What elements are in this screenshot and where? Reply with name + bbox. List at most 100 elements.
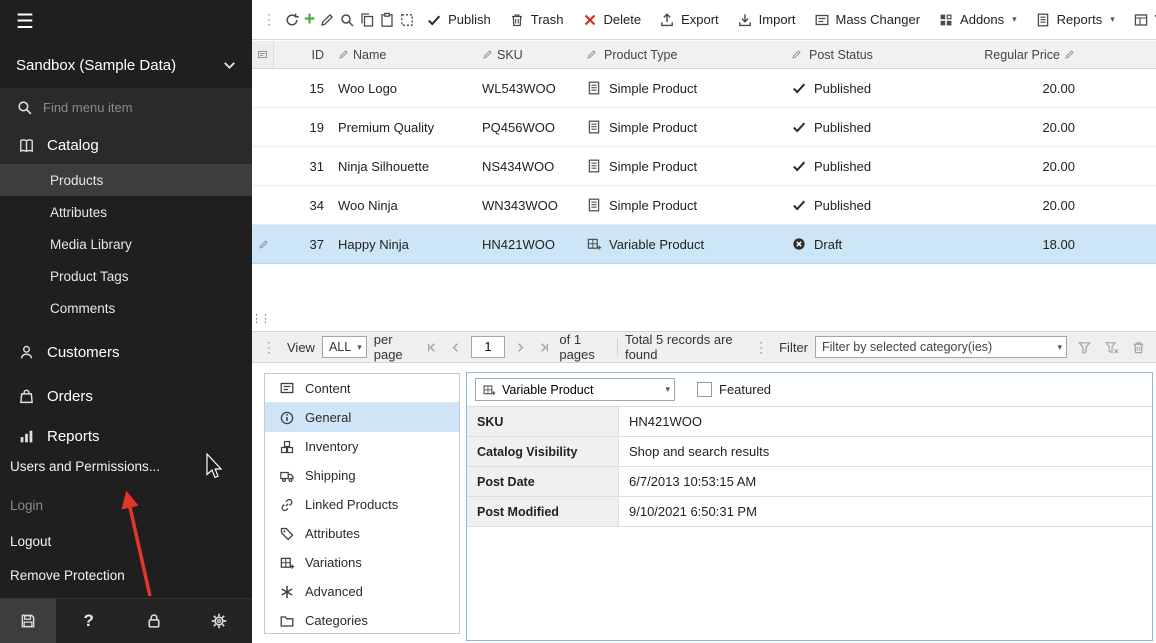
property-label: Post Date [467,467,619,496]
caret-down-icon: ▾ [1110,14,1115,25]
page-size-dropdown[interactable]: ALL ▾ [322,336,367,358]
property-value[interactable]: Shop and search results [619,437,1152,466]
import-button[interactable]: Import [730,6,803,34]
apply-filter-button[interactable] [1074,337,1094,357]
general-detail-panel: Variable Product ▾ Featured SKU HN421WOO… [466,372,1153,641]
featured-checkbox[interactable] [697,382,712,397]
cell-post-status: Published [785,147,975,185]
sidebar-item-orders[interactable]: Orders [0,374,252,418]
sidebar-item-login: Login [0,492,252,518]
sidebar-item-customers[interactable]: Customers [0,330,252,374]
tab-linked-products[interactable]: Linked Products [265,490,459,519]
product-type-dropdown[interactable]: Variable Product ▾ [475,378,675,401]
product-row-selected[interactable]: 37 Happy Ninja HN421WOO Variable Product… [252,225,1156,264]
folder-icon [279,613,295,629]
sidebar-item-comments[interactable]: Comments [0,292,252,324]
edit-button[interactable] [319,7,335,33]
funnel-clear-icon [1104,340,1119,355]
tab-shipping[interactable]: Shipping [265,461,459,490]
export-icon [659,12,675,28]
published-check-icon [791,197,807,213]
menu-search-input[interactable] [43,100,213,115]
property-value[interactable]: HN421WOO [619,407,1152,436]
add-product-button[interactable]: + [304,7,315,33]
tab-attributes[interactable]: Attributes [265,519,459,548]
product-row[interactable]: 15 Woo Logo WL543WOO Simple Product Publ… [252,69,1156,108]
cell-id: 34 [274,186,332,224]
trash-button[interactable]: Trash [502,6,571,34]
lock-button[interactable] [126,612,182,630]
property-value[interactable]: 9/10/2021 6:50:31 PM [619,497,1152,526]
property-grid: SKU HN421WOO Catalog Visibility Shop and… [467,406,1152,527]
content-icon [279,380,295,396]
trash-icon [509,12,525,28]
column-header-product-type[interactable]: Product Type [580,41,785,68]
sidebar-item-users-and-permissions[interactable]: Users and Permissions... [0,454,252,478]
last-page-button[interactable] [536,337,553,357]
previous-page-button[interactable] [447,337,464,357]
column-header-name[interactable]: Name [332,41,474,68]
delete-filter-button[interactable] [1128,337,1148,357]
view-dropdown-button[interactable]: View ▾ [1126,6,1156,34]
selection-icon [399,12,415,28]
paste-button[interactable] [379,7,395,33]
column-header-post-status[interactable]: Post Status [785,41,975,68]
category-filter-dropdown[interactable]: Filter by selected category(ies) ▾ [815,336,1067,358]
store-selector[interactable]: Sandbox (Sample Data) [0,42,252,88]
pager-drag-handle[interactable]: ⋮ [260,339,280,356]
column-header-sku[interactable]: SKU [474,41,580,68]
refresh-button[interactable] [284,7,300,33]
sidebar-item-products[interactable]: Products [0,164,252,196]
sidebar-item-logout[interactable]: Logout [0,528,252,554]
trash-icon [1131,340,1146,355]
sidebar-item-catalog[interactable]: Catalog [0,126,252,164]
cell-name: Ninja Silhouette [332,147,474,185]
tab-inventory[interactable]: Inventory [265,432,459,461]
filter-drag-handle[interactable]: ⋮ [752,339,772,356]
store-button[interactable] [0,599,56,643]
next-page-button[interactable] [512,337,529,357]
mass-changer-button[interactable]: Mass Changer [807,6,928,34]
tab-variations[interactable]: Variations [265,548,459,577]
check-icon [426,12,442,28]
previous-page-icon [448,340,463,355]
hamburger-menu-button[interactable]: ☰ [0,0,252,42]
row-marker [252,225,274,263]
column-header-regular-price[interactable]: Regular Price [975,41,1087,68]
reports-dropdown-button[interactable]: Reports ▾ [1028,6,1122,34]
product-row[interactable]: 34 Woo Ninja WN343WOO Simple Product Pub… [252,186,1156,225]
export-button[interactable]: Export [652,6,726,34]
tab-categories[interactable]: Categories [265,606,459,634]
help-button[interactable]: ? [61,611,117,631]
cell-sku: NS434WOO [474,147,580,185]
tab-advanced[interactable]: Advanced [265,577,459,606]
splitter-handle[interactable]: ⋮⋮ [251,312,269,325]
copy-button[interactable] [359,7,375,33]
delete-button[interactable]: Delete [575,6,649,34]
sidebar-item-reports[interactable]: Reports [0,418,252,454]
page-number-input[interactable] [471,336,505,358]
first-page-button[interactable] [424,337,441,357]
sidebar-item-media-library[interactable]: Media Library [0,228,252,260]
tab-general[interactable]: General [265,403,459,432]
copy-icon [359,12,375,28]
property-value[interactable]: 6/7/2013 10:53:15 AM [619,467,1152,496]
sidebar-item-product-tags[interactable]: Product Tags [0,260,252,292]
product-row[interactable]: 19 Premium Quality PQ456WOO Simple Produ… [252,108,1156,147]
column-chooser-button[interactable] [252,41,274,68]
settings-button[interactable] [191,612,247,630]
sidebar-item-remove-protection[interactable]: Remove Protection [0,562,252,588]
sidebar: ☰ Sandbox (Sample Data) Catalog Products… [0,0,252,643]
inventory-boxes-icon [279,439,295,455]
simple-product-icon [586,80,602,96]
toolbar-drag-handle[interactable]: ⋮ [260,11,280,28]
tab-content[interactable]: Content [265,374,459,403]
sidebar-item-attributes[interactable]: Attributes [0,196,252,228]
product-row[interactable]: 31 Ninja Silhouette NS434WOO Simple Prod… [252,147,1156,186]
publish-button[interactable]: Publish [419,6,498,34]
column-header-id[interactable]: ID [274,41,332,68]
select-button[interactable] [399,7,415,33]
search-button[interactable] [339,7,355,33]
clear-filter-button[interactable] [1101,337,1121,357]
addons-dropdown-button[interactable]: Addons ▾ [931,6,1024,34]
